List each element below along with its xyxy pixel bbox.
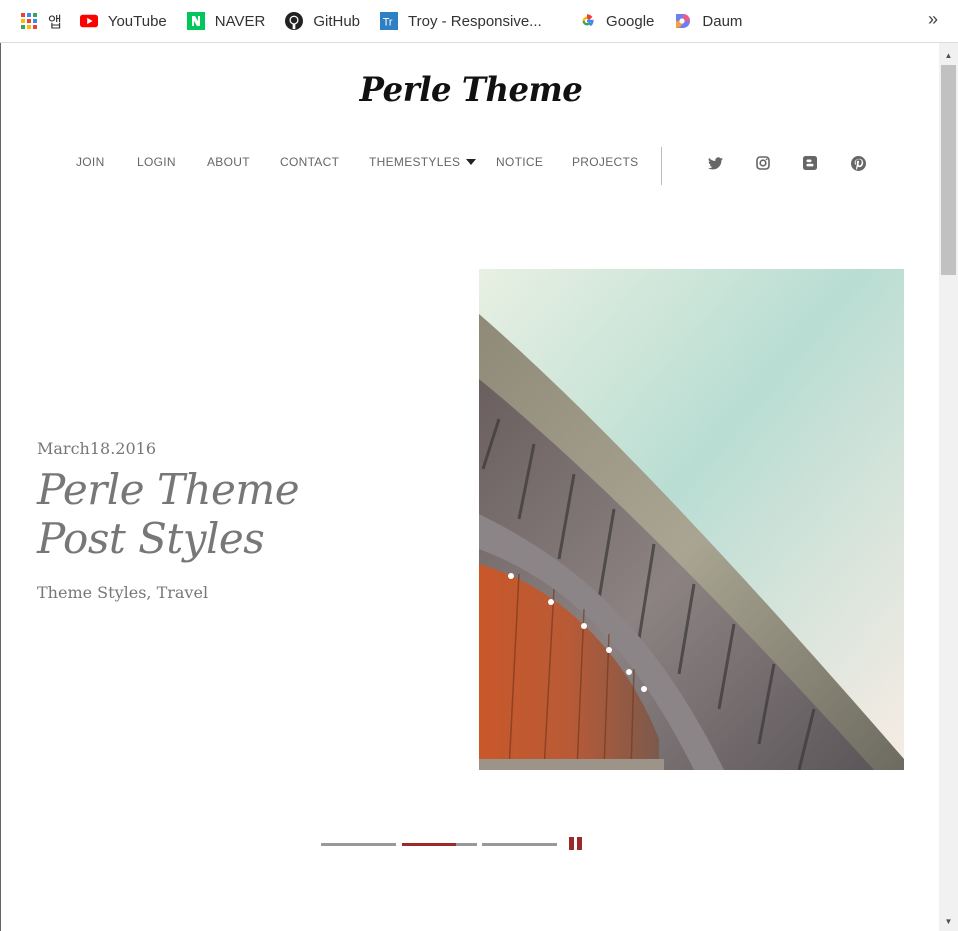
nav-item-contact[interactable]: CONTACT [280,155,339,169]
bookmark-label: Troy - Responsive... [408,12,542,30]
bookmark-label: YouTube [107,12,167,30]
page-viewport: Perle Theme JOIN LOGIN ABOUT CONTACT THE… [0,43,958,931]
scroll-up-arrow-icon[interactable]: ▲ [939,47,958,64]
page-scrollbar[interactable]: ▲ ▼ [939,43,958,931]
bookmark-apps[interactable]: 앱 [20,7,62,35]
nav-item-join[interactable]: JOIN [76,155,105,169]
bookmark-label: GitHub [313,12,361,30]
bookmarks-bar: 앱 YouTube NAVER GitHub Tr Troy - Respons… [0,0,958,43]
slider-indicator-2[interactable] [402,843,477,846]
bookmark-google[interactable]: Google [578,7,654,35]
nav-divider [661,147,662,185]
scrollbar-thumb[interactable] [941,65,956,275]
site-title[interactable]: Perle Theme [25,70,918,110]
blogger-icon[interactable] [802,155,818,171]
slider-indicator-3[interactable] [482,843,557,846]
slider-progress-fill [402,843,456,846]
bookmark-youtube[interactable]: YouTube [79,7,167,35]
bookmarks-overflow-button[interactable]: » [928,9,938,30]
post-featured-image[interactable] [479,269,904,770]
github-icon [285,12,304,30]
dropdown-caret-icon[interactable] [466,159,476,165]
nav-item-projects[interactable]: PROJECTS [572,155,638,169]
nav-item-about[interactable]: ABOUT [207,155,250,169]
daum-icon [674,12,692,30]
bookmark-label: 앱 [48,13,62,31]
troy-icon: Tr [380,12,399,30]
bookmark-label: Google [606,12,655,30]
main-nav: JOIN LOGIN ABOUT CONTACT THEMESTYLES NOT… [1,147,941,185]
slider-indicator-1[interactable] [321,843,396,846]
bookmark-daum[interactable]: Daum [674,7,742,35]
nav-item-themestyles[interactable]: THEMESTYLES [369,155,460,169]
bookmark-label: NAVER [214,12,266,30]
post-title-link[interactable]: Perle Theme Post Styles [37,465,417,563]
nav-item-login[interactable]: LOGIN [137,155,176,169]
svg-text:Tr: Tr [383,17,393,29]
google-icon [578,12,596,30]
bookmark-naver[interactable]: NAVER [186,7,266,35]
post-categories[interactable]: Theme Styles, Travel [37,583,208,602]
bookmark-github[interactable]: GitHub [285,7,360,35]
twitter-icon[interactable] [707,155,723,171]
instagram-icon[interactable] [755,155,771,171]
pause-icon[interactable] [569,837,583,851]
bookmark-troy[interactable]: Tr Troy - Responsive... [380,7,558,35]
naver-icon [186,12,205,30]
post-date: March18.2016 [37,439,156,458]
scroll-down-arrow-icon[interactable]: ▼ [939,913,958,930]
post-title-line: Perle Theme [37,465,300,514]
apps-grid-icon [20,12,38,30]
nav-item-notice[interactable]: NOTICE [496,155,543,169]
youtube-icon [79,12,98,30]
bookmark-label: Daum [702,12,743,30]
pinterest-icon[interactable] [850,155,866,171]
post-title-line: Post Styles [37,514,265,563]
